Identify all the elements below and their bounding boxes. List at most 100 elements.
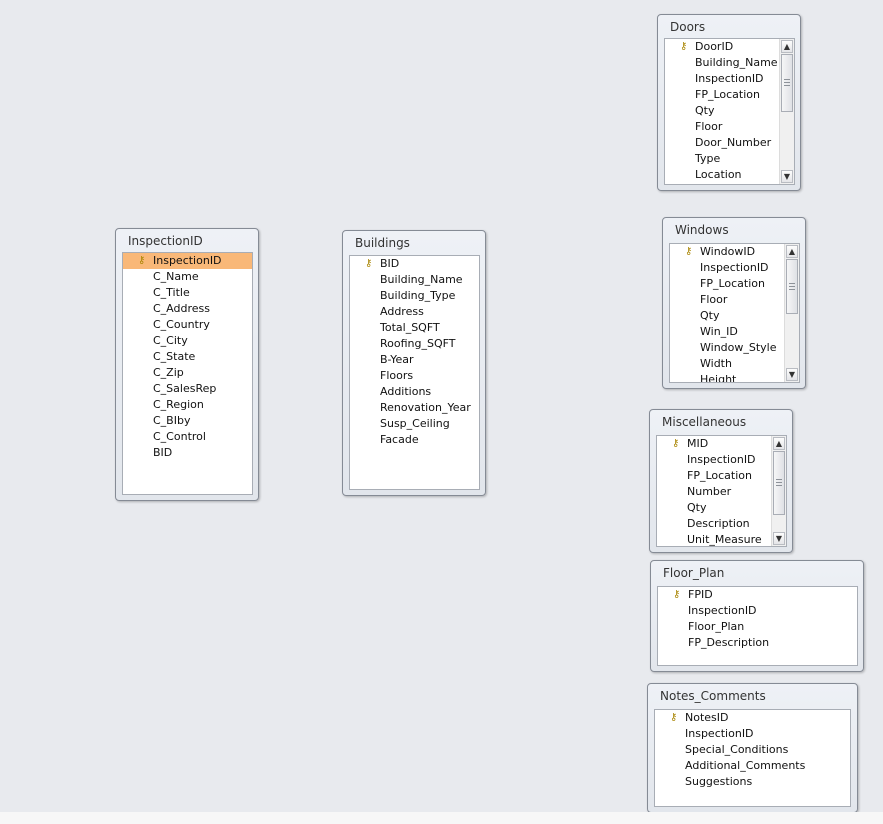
field-row[interactable]: C_Region [123,397,252,413]
table-miscellaneous[interactable]: Miscellaneous ⚷ MID InspectionID FP_Locat… [649,409,793,553]
scroll-thumb[interactable] [786,259,798,314]
field-row[interactable]: Roofing_SQFT [350,336,479,352]
key-icon: ⚷ [680,41,688,52]
field-row[interactable]: InspectionID [665,71,794,87]
field-row[interactable]: Qty [665,103,794,119]
table-title: InspectionID [128,234,203,248]
field-row[interactable]: Renovation_Year [350,400,479,416]
field-row[interactable]: Additional_Comments [655,758,850,774]
field-row[interactable]: Height [670,372,799,382]
table-title: Notes_Comments [660,689,766,703]
table-buildings[interactable]: Buildings ⚷ BID Building_Name Building_Ty… [342,230,486,496]
table-doors[interactable]: Doors ⚷ DoorID Building_Name InspectionID… [657,14,801,191]
field-row[interactable]: C_Name [123,269,252,285]
field-list[interactable]: ⚷ FPID InspectionID Floor_Plan FP_Descrip… [657,586,858,666]
field-row[interactable]: Address [350,304,479,320]
arrow-down-icon[interactable]: ▼ [786,368,798,381]
key-icon: ⚷ [138,255,146,266]
field-row[interactable]: BID [123,445,252,461]
field-row[interactable]: Total_SQFT [350,320,479,336]
field-list[interactable]: ⚷ InspectionID C_Name C_Title C_Address C… [122,252,253,495]
field-row[interactable]: Qty [670,308,799,324]
vertical-scrollbar[interactable]: ▲ ▼ [779,39,794,184]
table-inspection[interactable]: InspectionID ⚷ InspectionID C_Name C_Titl… [115,228,259,501]
field-row[interactable]: Width [670,356,799,372]
table-notes-comments[interactable]: Notes_Comments ⚷ NotesID InspectionID Spe… [647,683,858,813]
grip-icon [789,282,795,291]
field-row[interactable]: C_State [123,349,252,365]
vertical-scrollbar[interactable]: ▲ ▼ [771,436,786,546]
field-row[interactable]: InspectionID [655,726,850,742]
arrow-down-icon[interactable]: ▼ [781,170,793,183]
field-row[interactable]: C_Title [123,285,252,301]
field-row[interactable]: Description [657,516,786,532]
scroll-thumb[interactable] [773,451,785,515]
field-row[interactable]: Susp_Ceiling [350,416,479,432]
key-icon: ⚷ [685,246,693,257]
field-row[interactable]: InspectionID [657,452,786,468]
arrow-up-icon[interactable]: ▲ [773,437,785,450]
field-row[interactable]: C_SalesRep [123,381,252,397]
field-row[interactable]: C_Control [123,429,252,445]
field-row[interactable]: Floor [670,292,799,308]
table-title: Miscellaneous [662,415,747,429]
field-primary-key[interactable]: ⚷ FPID [658,587,857,603]
field-list[interactable]: ⚷ WindowID InspectionID FP_Location Floor… [669,243,800,383]
field-row[interactable]: InspectionID [670,260,799,276]
field-row[interactable]: Door_Number [665,135,794,151]
vertical-scrollbar[interactable]: ▲ ▼ [784,244,799,382]
field-row[interactable]: Floors [350,368,479,384]
field-row[interactable]: FP_Description [658,635,857,651]
field-row[interactable]: Number [657,484,786,500]
field-row[interactable]: Win_ID [670,324,799,340]
field-primary-key[interactable]: ⚷ MID [657,436,786,452]
field-row[interactable]: Suggestions [655,774,850,790]
field-row[interactable]: Location [665,167,794,183]
field-list[interactable]: ⚷ NotesID InspectionID Special_Conditions… [654,709,851,807]
field-primary-key[interactable]: ⚷ BID [350,256,479,272]
field-row[interactable]: Facade [350,432,479,448]
table-title: Buildings [355,236,410,250]
field-primary-key[interactable]: ⚷ InspectionID [123,253,252,269]
table-windows[interactable]: Windows ⚷ WindowID InspectionID FP_Locati… [662,217,806,389]
scroll-thumb[interactable] [781,54,793,112]
field-row[interactable]: Building_Name [665,55,794,71]
field-row[interactable]: FP_Location [670,276,799,292]
field-row[interactable]: FP_Location [657,468,786,484]
field-row[interactable]: Additions [350,384,479,400]
field-list[interactable]: ⚷ MID InspectionID FP_Location Number Qty… [656,435,787,547]
table-floor-plan[interactable]: Floor_Plan ⚷ FPID InspectionID Floor_Plan… [650,560,864,672]
field-row[interactable]: Building_Name [350,272,479,288]
arrow-up-icon[interactable]: ▲ [786,245,798,258]
grip-icon [776,479,782,487]
field-row[interactable]: C_Zip [123,365,252,381]
field-list[interactable]: ⚷ BID Building_Name Building_Type Address… [349,255,480,490]
field-row[interactable]: Special_Conditions [655,742,850,758]
field-row[interactable]: C_City [123,333,252,349]
field-row[interactable]: B-Year [350,352,479,368]
field-row[interactable]: Qty [657,500,786,516]
field-row[interactable]: Unit_Measure [657,532,786,546]
table-title: Floor_Plan [663,566,725,580]
table-title: Doors [670,20,706,34]
field-primary-key[interactable]: ⚷ DoorID [665,39,794,55]
field-primary-key[interactable]: ⚷ WindowID [670,244,799,260]
field-row[interactable]: Building_Type [350,288,479,304]
field-row[interactable]: Floor_Plan [658,619,857,635]
arrow-up-icon[interactable]: ▲ [781,40,793,53]
field-row[interactable]: C_BIby [123,413,252,429]
table-title: Windows [675,223,729,237]
field-primary-key[interactable]: ⚷ NotesID [655,710,850,726]
field-row[interactable]: Floor [665,119,794,135]
field-list[interactable]: ⚷ DoorID Building_Name InspectionID FP_Lo… [664,38,795,185]
bottom-strip [0,812,883,824]
grip-icon [784,79,790,87]
field-row[interactable]: FP_Location [665,87,794,103]
arrow-down-icon[interactable]: ▼ [773,532,785,545]
field-row[interactable]: C_Address [123,301,252,317]
field-row[interactable]: C_Country [123,317,252,333]
key-icon: ⚷ [365,258,373,269]
field-row[interactable]: Window_Style [670,340,799,356]
field-row[interactable]: InspectionID [658,603,857,619]
field-row[interactable]: Type [665,151,794,167]
